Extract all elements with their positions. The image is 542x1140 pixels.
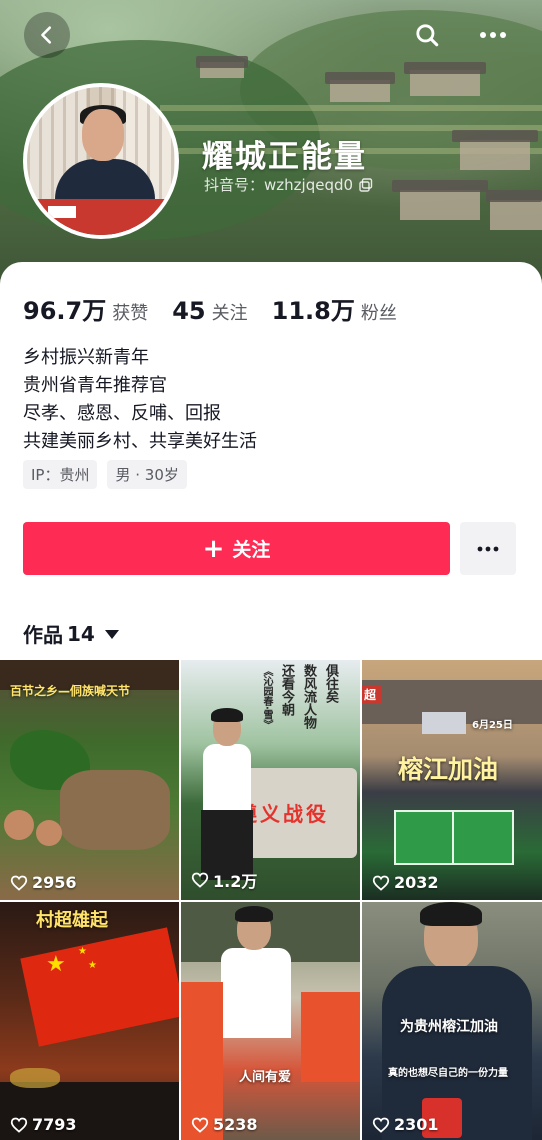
heart-icon	[191, 1117, 209, 1133]
video-tile[interactable]: 还看今朝 数风流人物 俱往矣 《沁园春·雪》 遵义战役 1.2万	[181, 660, 360, 900]
heart-icon	[10, 875, 28, 891]
bio-line: 贵州省青年推荐官	[23, 375, 167, 396]
video-likes: 7793	[10, 1115, 77, 1134]
search-button[interactable]	[404, 12, 450, 58]
stat-likes[interactable]: 96.7万 获赞	[23, 291, 148, 326]
bio-line: 共建美丽乡村、共享美好生活	[23, 431, 257, 452]
video-likes: 5238	[191, 1115, 258, 1134]
ip-location-tag: IP：贵州	[23, 460, 98, 489]
follow-button[interactable]: + 关注	[23, 522, 450, 575]
video-likes: 2301	[372, 1115, 439, 1134]
video-subtitle: 真的也想尽自己的一份力量	[388, 1068, 508, 1079]
more-horizontal-icon	[477, 546, 499, 551]
follow-label: 关注	[232, 539, 271, 561]
stat-value: 11.8万	[271, 297, 355, 325]
heart-icon	[372, 875, 390, 891]
works-count: 14	[67, 621, 95, 646]
star-icon: ★	[78, 946, 87, 957]
heart-icon	[372, 1117, 390, 1133]
heart-icon	[10, 1117, 28, 1133]
bio-line: 乡村振兴新青年	[23, 347, 149, 368]
star-icon: ★	[88, 960, 97, 971]
works-label: 作品	[23, 623, 63, 647]
caret-down-icon	[104, 630, 119, 639]
video-likes: 2956	[10, 873, 77, 892]
works-tab[interactable]: 作品 14	[23, 619, 119, 648]
more-actions-button[interactable]	[460, 522, 516, 575]
likes-count: 2956	[32, 873, 77, 892]
video-likes: 1.2万	[191, 868, 257, 892]
profile-card: 96.7万 获赞 45 关注 11.8万 粉丝 乡村振兴新青年 贵州省青年推荐官…	[0, 262, 542, 1140]
douyin-id-label: 抖音号：	[204, 176, 265, 194]
video-caption: 百节之乡—侗族喊天节	[10, 684, 131, 698]
username: 耀城正能量	[202, 139, 367, 175]
copy-icon[interactable]	[359, 177, 373, 192]
profile-tags: IP：贵州 男 · 30岁	[23, 460, 187, 489]
video-caption: 榕江加油	[398, 755, 499, 784]
stat-value: 96.7万	[23, 297, 107, 325]
bio-line: 尽孝、感恩、反哺、回报	[23, 403, 221, 424]
stat-value: 45	[172, 297, 206, 325]
likes-count: 2032	[394, 873, 439, 892]
video-tile[interactable]: 村超雄起 ★ ★ ★ 7793	[0, 902, 179, 1140]
avatar[interactable]	[23, 83, 179, 239]
video-caption: 人间有爱	[239, 1070, 292, 1085]
gender-age-tag: 男 · 30岁	[107, 460, 187, 489]
video-grid: 百节之乡—侗族喊天节 2956 还看今朝 数风流人物 俱往矣 《沁园春·雪》 遵…	[0, 660, 542, 1140]
chevron-left-icon	[41, 26, 52, 44]
video-tile[interactable]: 百节之乡—侗族喊天节 2956	[0, 660, 179, 900]
douyin-id: 抖音号：wzhzjqeqd0	[204, 174, 373, 195]
bio: 乡村振兴新青年 贵州省青年推荐官 尽孝、感恩、反哺、回报 共建美丽乡村、共享美好…	[23, 344, 257, 456]
more-options-button[interactable]	[470, 12, 516, 58]
douyin-id-value: wzhzjqeqd0	[264, 176, 354, 194]
video-tile[interactable]: 人间有爱 5238	[181, 902, 360, 1140]
video-caption: 村超雄起	[36, 910, 108, 931]
likes-count: 2301	[394, 1115, 439, 1134]
stat-following[interactable]: 45 关注	[172, 297, 247, 325]
star-icon: ★	[46, 952, 66, 977]
likes-count: 5238	[213, 1115, 258, 1134]
stat-label: 粉丝	[360, 303, 397, 324]
video-tile[interactable]: 为贵州榕江加油 真的也想尽自己的一份力量 2301	[362, 902, 542, 1140]
video-caption-line: 《沁园春·雪》	[261, 666, 272, 730]
stat-label: 关注	[211, 303, 248, 324]
likes-count: 1.2万	[213, 872, 258, 891]
search-icon	[416, 24, 439, 47]
stat-followers[interactable]: 11.8万 粉丝	[272, 291, 397, 326]
plus-icon: +	[202, 533, 225, 564]
video-caption-line: 数风流人物	[301, 664, 316, 729]
video-tile[interactable]: 超 6月25日 榕江加油 2032	[362, 660, 542, 900]
video-likes: 2032	[372, 873, 439, 892]
video-sign: 超	[364, 688, 377, 702]
back-button[interactable]	[24, 12, 70, 58]
video-caption-line: 俱往矣	[323, 664, 338, 703]
stat-label: 获赞	[112, 303, 149, 324]
heart-icon	[191, 872, 209, 888]
likes-count: 7793	[32, 1115, 77, 1134]
more-horizontal-icon	[480, 32, 506, 38]
video-date: 6月25日	[472, 720, 513, 731]
video-caption: 还看今朝	[279, 664, 294, 716]
profile-stats: 96.7万 获赞 45 关注 11.8万 粉丝	[23, 291, 421, 326]
video-caption: 为贵州榕江加油	[400, 1019, 498, 1035]
